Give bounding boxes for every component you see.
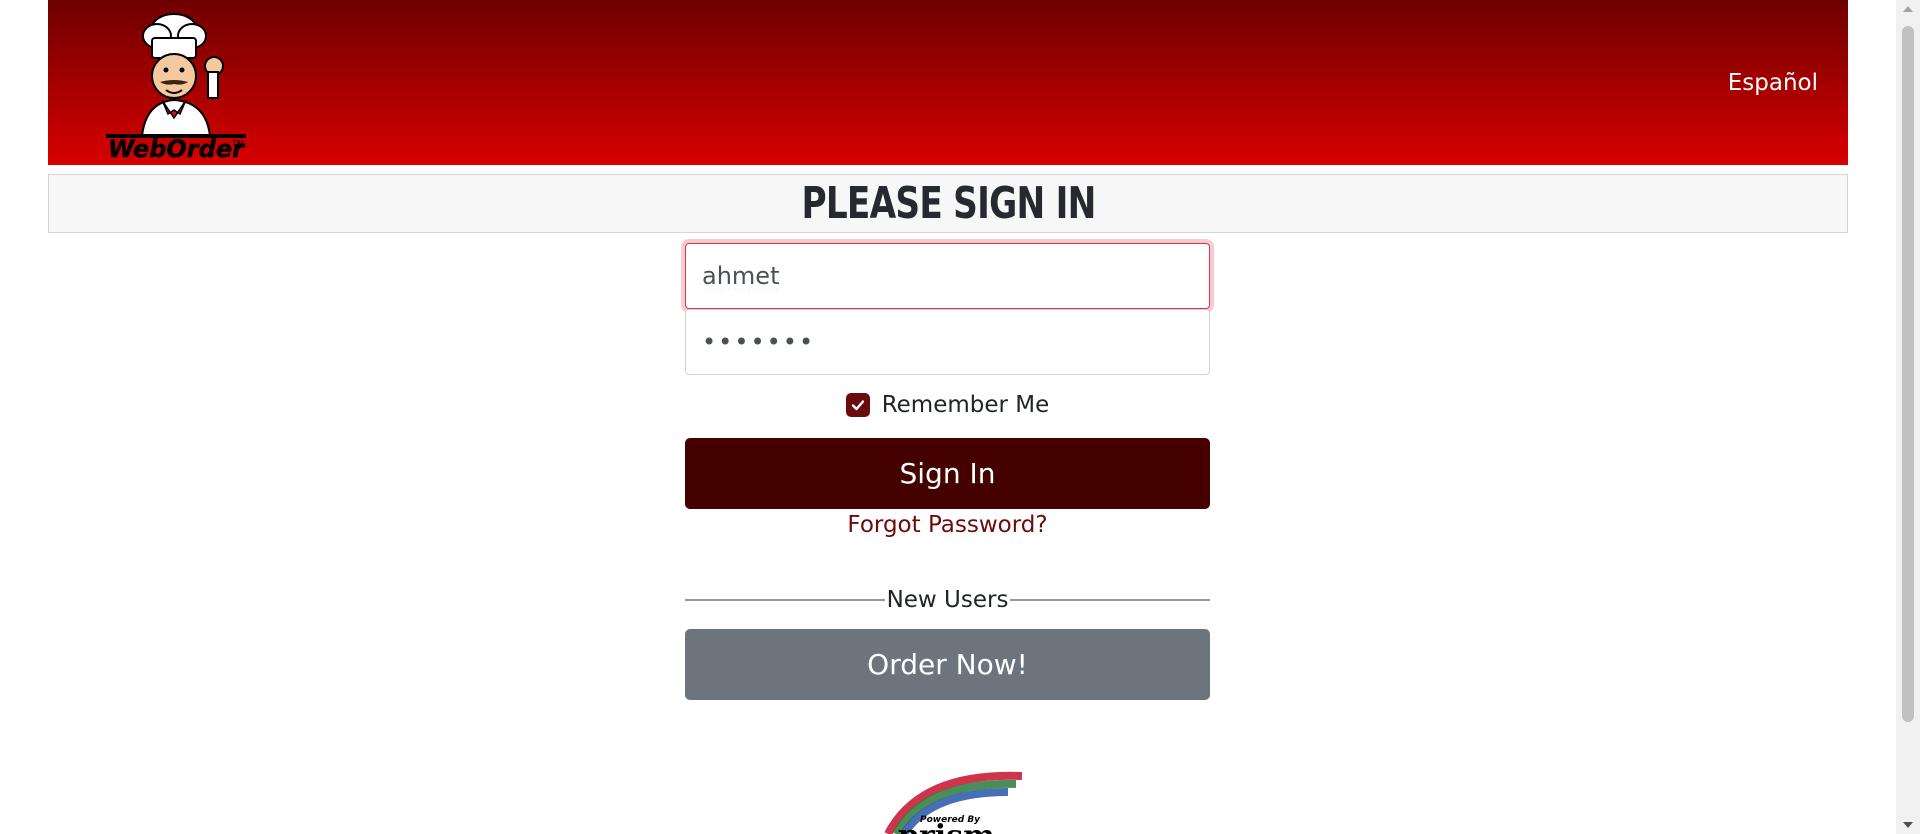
remember-me-label[interactable]: Remember Me <box>882 392 1050 418</box>
scroll-down-arrow-icon[interactable] <box>1902 820 1914 830</box>
new-users-divider: New Users <box>685 585 1211 615</box>
remember-me-checkbox[interactable] <box>845 393 870 417</box>
language-toggle-link[interactable]: Español <box>1728 70 1818 96</box>
divider-line-left <box>685 599 885 601</box>
order-now-button[interactable]: Order Now! <box>685 629 1210 700</box>
new-users-label: New Users <box>886 587 1009 613</box>
remember-me-row: Remember Me <box>685 392 1210 418</box>
title-bar: Please Sign In <box>48 174 1848 233</box>
checkmark-icon <box>851 400 864 411</box>
divider-line-right <box>1010 599 1211 601</box>
chef-logo[interactable]: WebOrder TM <box>102 6 252 162</box>
forgot-password-link[interactable]: Forgot Password? <box>685 512 1210 538</box>
password-input[interactable] <box>685 309 1210 375</box>
page-title: Please Sign In <box>800 177 1096 229</box>
page-scrollbar[interactable] <box>1896 0 1920 834</box>
site-header: WebOrder TM Español <box>48 0 1848 165</box>
prism-wordmark: prism <box>898 819 995 834</box>
prism-logo: Powered By prism <box>884 771 1022 834</box>
scroll-up-arrow-icon[interactable] <box>1902 4 1914 14</box>
sign-in-button[interactable]: Sign In <box>685 438 1210 509</box>
username-input[interactable] <box>685 243 1210 309</box>
scrollbar-thumb[interactable] <box>1902 26 1914 722</box>
logo-wordmark: WebOrder <box>108 135 246 162</box>
logo-trademark: TM <box>231 139 244 148</box>
